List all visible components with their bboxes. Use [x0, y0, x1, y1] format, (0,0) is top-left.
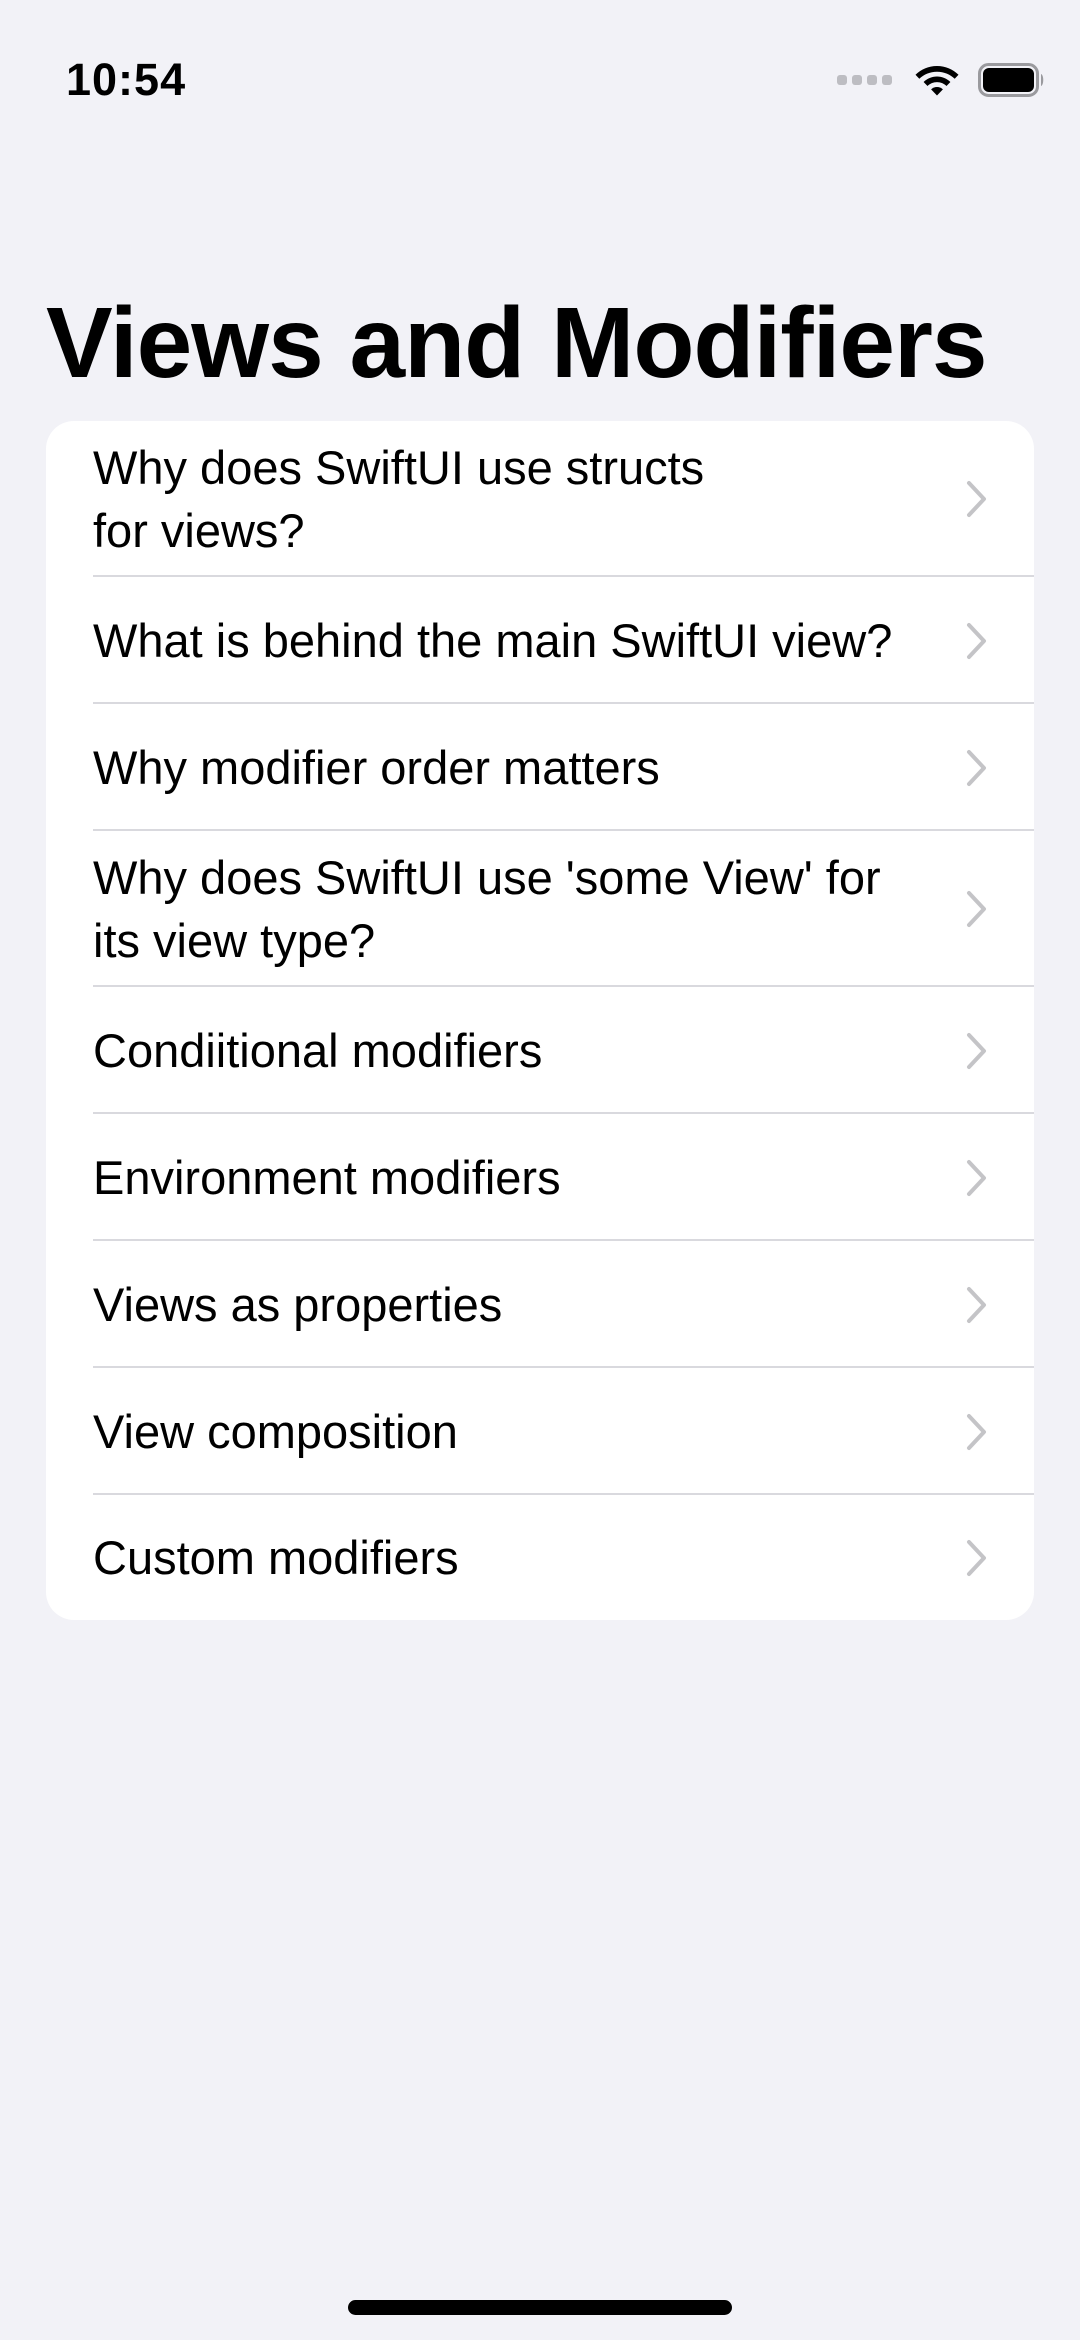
status-icons — [832, 58, 1046, 102]
chevron-right-icon — [967, 1287, 986, 1323]
topics-list: Why does SwiftUI use structs for views? … — [46, 421, 1034, 1620]
chevron-right-icon — [967, 623, 986, 659]
list-item-environment-modifiers[interactable]: Environment modifiers — [46, 1114, 1034, 1241]
list-item-views-as-properties[interactable]: Views as properties — [46, 1241, 1034, 1368]
list-item-label: Environment modifiers — [93, 1151, 561, 1204]
list-item-label: Views as properties — [93, 1278, 503, 1331]
page-title: Views and Modifiers — [46, 287, 988, 399]
wifi-icon — [915, 66, 959, 96]
list-item-label: Why does SwiftUI use structs for views? — [93, 441, 705, 557]
list-item-label: What is behind the main SwiftUI view? — [93, 614, 893, 667]
status-time: 10:54 — [66, 54, 187, 105]
chevron-right-icon — [967, 481, 986, 517]
list-item-label: View composition — [93, 1405, 458, 1458]
list-item-view-composition[interactable]: View composition — [46, 1368, 1034, 1495]
list-item-some-view[interactable]: Why does SwiftUI use 'some View' for its… — [46, 831, 1034, 987]
chevron-right-icon — [967, 891, 986, 927]
list-item-main-view[interactable]: What is behind the main SwiftUI view? — [46, 577, 1034, 704]
list-item-label: Why modifier order matters — [93, 741, 660, 794]
chevron-right-icon — [967, 1414, 986, 1450]
chevron-right-icon — [967, 1033, 986, 1069]
list-item-label: Condiitional modifiers — [93, 1024, 543, 1077]
list-item-custom-modifiers[interactable]: Custom modifiers — [46, 1495, 1034, 1620]
list-item-label: Custom modifiers — [93, 1531, 459, 1584]
chevron-right-icon — [967, 1540, 986, 1576]
chevron-right-icon — [967, 1160, 986, 1196]
status-bar: 10:54 — [0, 0, 1080, 150]
list-item-swiftui-structs[interactable]: Why does SwiftUI use structs for views? — [46, 421, 1034, 577]
signal-dots-icon — [832, 75, 892, 85]
battery-icon — [978, 63, 1044, 97]
list-item-conditional-modifiers[interactable]: Condiitional modifiers — [46, 987, 1034, 1114]
list-item-label: Why does SwiftUI use 'some View' for its… — [93, 851, 881, 967]
list-item-modifier-order[interactable]: Why modifier order matters — [46, 704, 1034, 831]
home-indicator[interactable] — [348, 2300, 732, 2315]
chevron-right-icon — [967, 750, 986, 786]
